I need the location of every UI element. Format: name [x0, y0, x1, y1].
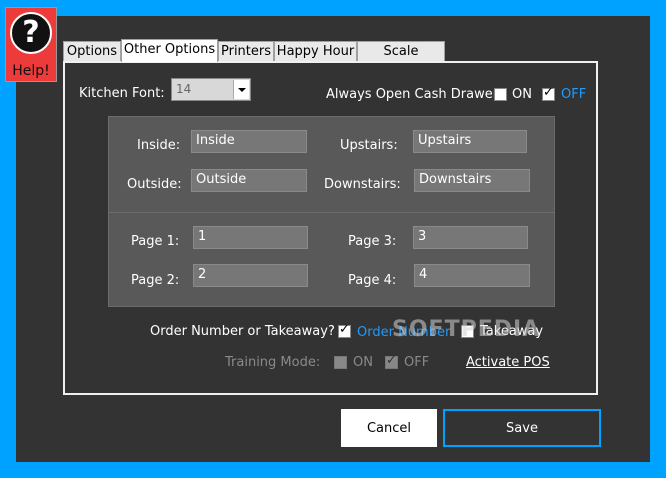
outside-label: Outside:: [127, 177, 182, 192]
cancel-button[interactable]: Cancel: [341, 409, 437, 447]
downstairs-input[interactable]: Downstairs: [414, 169, 530, 192]
page3-input[interactable]: 3: [413, 226, 528, 249]
chevron-down-icon[interactable]: [233, 80, 249, 99]
page2-label: Page 2:: [131, 273, 180, 288]
tab-scale-settings[interactable]: Scale Settings: [357, 41, 445, 78]
page4-label: Page 4:: [348, 273, 397, 288]
cash-drawer-off-checkbox[interactable]: [542, 85, 555, 101]
page1-input[interactable]: 1: [193, 226, 308, 249]
activate-pos-link[interactable]: Activate POS: [466, 355, 550, 370]
inside-label: Inside:: [137, 138, 181, 153]
order-type-label: Order Number or Takeaway?: [150, 324, 335, 339]
order-number-checkbox[interactable]: [338, 322, 351, 338]
tab-happy-hour[interactable]: Happy Hour: [274, 41, 357, 61]
kitchen-font-label: Kitchen Font:: [79, 86, 165, 101]
tab-options[interactable]: Options: [63, 41, 121, 61]
training-on-checkbox[interactable]: [334, 356, 347, 369]
training-off-checkbox[interactable]: [385, 353, 398, 369]
training-on-label: ON: [353, 355, 373, 370]
cash-drawer-off-label: OFF: [561, 87, 587, 102]
outside-input[interactable]: Outside: [191, 169, 307, 192]
tab-other-options[interactable]: Other Options: [121, 39, 218, 62]
question-mark-icon: ?: [10, 12, 52, 54]
help-label: Help!: [12, 63, 50, 79]
help-button[interactable]: ? Help!: [5, 7, 57, 82]
save-button[interactable]: Save: [443, 409, 601, 447]
tab-printers[interactable]: Printers: [218, 41, 274, 61]
training-off-label: OFF: [404, 355, 430, 370]
cash-drawer-label: Always Open Cash Drawer:: [326, 87, 503, 102]
downstairs-label: Downstairs:: [324, 177, 401, 192]
kitchen-font-value: 14: [176, 82, 192, 96]
page4-input[interactable]: 4: [414, 264, 530, 287]
training-mode-label: Training Mode:: [225, 355, 321, 370]
inside-input[interactable]: Inside: [191, 130, 307, 153]
page2-input[interactable]: 2: [193, 264, 308, 287]
upstairs-label: Upstairs:: [340, 138, 398, 153]
page1-label: Page 1:: [131, 234, 180, 249]
softpedia-watermark: SOFTPEDIA: [392, 317, 541, 342]
kitchen-font-select[interactable]: 14: [171, 78, 251, 101]
cash-drawer-on-label: ON: [512, 87, 532, 102]
upstairs-input[interactable]: Upstairs: [413, 130, 527, 153]
page3-label: Page 3:: [348, 234, 397, 249]
cash-drawer-on-checkbox[interactable]: [494, 88, 507, 101]
